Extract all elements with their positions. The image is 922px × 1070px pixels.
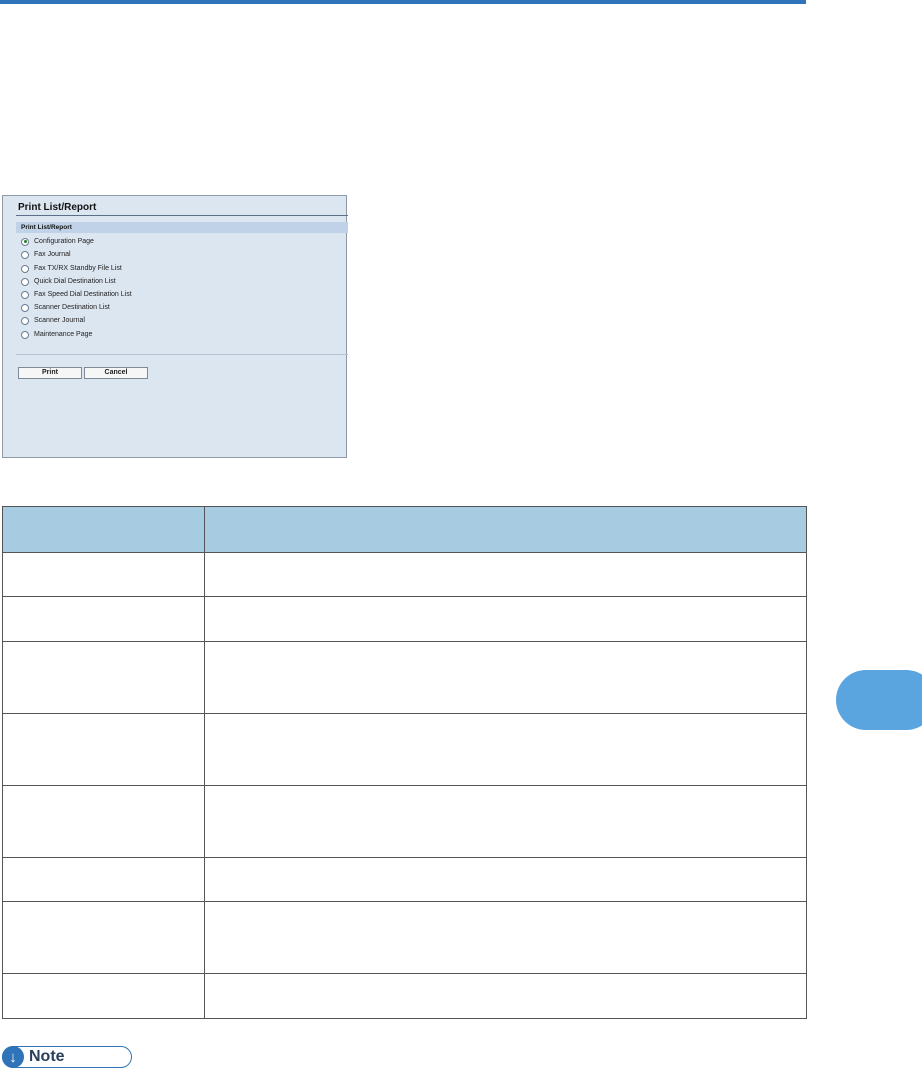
table-row (2, 785, 807, 858)
table-row (2, 713, 807, 786)
divider (16, 354, 348, 355)
table-cell (204, 641, 807, 714)
table-header-item (2, 506, 205, 553)
top-rule (0, 0, 806, 4)
radio-icon[interactable] (21, 264, 29, 273)
table-cell (2, 596, 205, 642)
cancel-button[interactable]: Cancel (84, 367, 148, 379)
table-cell (204, 552, 807, 597)
print-list-report-screenshot: Print List/Report Print List/Report Conf… (2, 195, 348, 458)
table-cell (2, 641, 205, 714)
option-configuration-page[interactable]: Configuration Page (21, 236, 94, 247)
table-cell (204, 901, 807, 974)
radio-icon[interactable] (21, 277, 29, 286)
option-label: Maintenance Page (34, 331, 93, 338)
table-cell (2, 973, 205, 1019)
radio-icon[interactable] (21, 250, 29, 259)
option-maintenance-page[interactable]: Maintenance Page (21, 329, 92, 340)
table-cell (2, 785, 205, 858)
table-row (2, 641, 807, 714)
option-speed-dial-list[interactable]: Fax Speed Dial Destination List (21, 289, 132, 300)
option-scanner-destination-list[interactable]: Scanner Destination List (21, 302, 110, 313)
down-arrow-icon: ↓ (2, 1046, 24, 1068)
chapter-tab (836, 670, 922, 730)
option-label: Configuration Page (34, 238, 94, 245)
table-cell (2, 552, 205, 597)
option-scanner-journal[interactable]: Scanner Journal (21, 315, 85, 326)
radio-icon[interactable] (21, 303, 29, 312)
table-cell (2, 713, 205, 786)
option-fax-standby-file-list[interactable]: Fax TX/RX Standby File List (21, 263, 122, 274)
table-cell (204, 596, 807, 642)
description-table (2, 506, 807, 1019)
option-label: Scanner Journal (34, 317, 85, 324)
table-row (2, 973, 807, 1019)
radio-icon[interactable] (21, 316, 29, 325)
table-row (2, 857, 807, 902)
option-label: Fax TX/RX Standby File List (34, 265, 122, 272)
table-row (2, 552, 807, 597)
section-header: Print List/Report (16, 222, 348, 233)
option-label: Fax Speed Dial Destination List (34, 291, 132, 298)
option-label: Quick Dial Destination List (34, 278, 116, 285)
table-cell (204, 973, 807, 1019)
table-cell (2, 901, 205, 974)
option-label: Fax Journal (34, 251, 71, 258)
option-quick-dial-list[interactable]: Quick Dial Destination List (21, 276, 116, 287)
note-heading: ↓ Note (2, 1046, 132, 1068)
option-label: Scanner Destination List (34, 304, 110, 311)
option-fax-journal[interactable]: Fax Journal (21, 249, 71, 260)
table-header-description (204, 506, 807, 553)
table-cell (2, 857, 205, 902)
table-header-row (2, 506, 807, 553)
table-row (2, 901, 807, 974)
radio-icon[interactable] (21, 290, 29, 299)
print-button[interactable]: Print (18, 367, 82, 379)
screenshot-title: Print List/Report (18, 202, 97, 213)
note-label: Note (29, 1048, 65, 1065)
radio-icon[interactable] (21, 330, 29, 339)
table-cell (204, 713, 807, 786)
table-cell (204, 785, 807, 858)
title-underline (16, 215, 348, 216)
radio-checked-icon[interactable] (21, 237, 29, 246)
table-row (2, 596, 807, 642)
table-cell (204, 857, 807, 902)
